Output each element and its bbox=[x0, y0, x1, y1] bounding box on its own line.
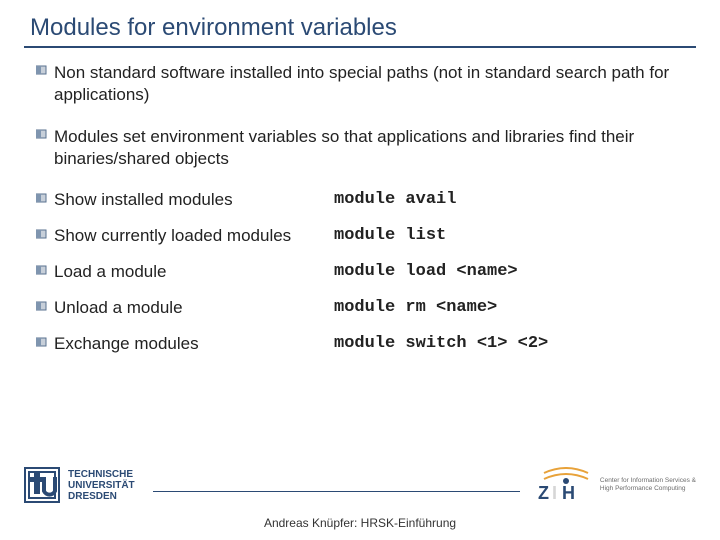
tu-line3: DRESDEN bbox=[68, 491, 135, 502]
bullet-icon bbox=[36, 334, 54, 348]
command-label: Exchange modules bbox=[54, 334, 334, 354]
command-code: module switch <1> <2> bbox=[334, 334, 696, 353]
zih-logo: Z I H Center for Information Services & … bbox=[538, 467, 696, 503]
command-row: Exchange modules module switch <1> <2> bbox=[36, 334, 696, 354]
slide-footer: TECHNISCHE UNIVERSITÄT DRESDEN Z I H Cen… bbox=[0, 460, 720, 540]
bullet-icon bbox=[36, 298, 54, 312]
slide-title: Modules for environment variables bbox=[24, 14, 696, 42]
bullet-text: Modules set environment variables so tha… bbox=[54, 126, 696, 170]
footer-divider bbox=[153, 491, 520, 492]
slide-content: Non standard software installed into spe… bbox=[24, 62, 696, 354]
command-row: Show currently loaded modules module lis… bbox=[36, 226, 696, 246]
command-table: Show installed modules module avail Show… bbox=[36, 190, 696, 354]
command-code: module load <name> bbox=[334, 262, 696, 281]
footer-logo-row: TECHNISCHE UNIVERSITÄT DRESDEN Z I H Cen… bbox=[24, 460, 696, 510]
command-row: Unload a module module rm <name> bbox=[36, 298, 696, 318]
footer-caption: Andreas Knüpfer: HRSK-Einführung bbox=[24, 516, 696, 530]
bullet-item: Modules set environment variables so tha… bbox=[36, 126, 696, 170]
bullet-text: Non standard software installed into spe… bbox=[54, 62, 696, 106]
tu-line2: UNIVERSITÄT bbox=[68, 480, 135, 491]
command-row: Load a module module load <name> bbox=[36, 262, 696, 282]
bullet-icon bbox=[36, 262, 54, 276]
zih-logo-text: Center for Information Services & High P… bbox=[600, 477, 696, 493]
slide: Modules for environment variables Non st… bbox=[0, 0, 720, 540]
command-code: module rm <name> bbox=[334, 298, 696, 317]
command-label: Unload a module bbox=[54, 298, 334, 318]
command-code: module list bbox=[334, 226, 696, 245]
bullet-icon bbox=[36, 226, 54, 240]
command-label: Show installed modules bbox=[54, 190, 334, 210]
tu-logo-icon bbox=[24, 467, 60, 503]
command-row: Show installed modules module avail bbox=[36, 190, 696, 210]
tu-dresden-logo: TECHNISCHE UNIVERSITÄT DRESDEN bbox=[24, 467, 135, 503]
command-label: Show currently loaded modules bbox=[54, 226, 334, 246]
tu-line1: TECHNISCHE bbox=[68, 469, 135, 480]
bullet-icon bbox=[36, 62, 54, 106]
command-code: module avail bbox=[334, 190, 696, 209]
zih-line2: High Performance Computing bbox=[600, 485, 696, 493]
svg-text:Z: Z bbox=[538, 483, 549, 503]
zih-logo-icon: Z I H bbox=[538, 467, 594, 503]
svg-text:I: I bbox=[552, 483, 557, 503]
bullet-icon bbox=[36, 126, 54, 170]
title-underline bbox=[24, 46, 696, 48]
svg-text:H: H bbox=[562, 483, 575, 503]
bullet-item: Non standard software installed into spe… bbox=[36, 62, 696, 106]
command-label: Load a module bbox=[54, 262, 334, 282]
zih-line1: Center for Information Services & bbox=[600, 477, 696, 485]
tu-logo-text: TECHNISCHE UNIVERSITÄT DRESDEN bbox=[68, 469, 135, 502]
bullet-icon bbox=[36, 190, 54, 204]
